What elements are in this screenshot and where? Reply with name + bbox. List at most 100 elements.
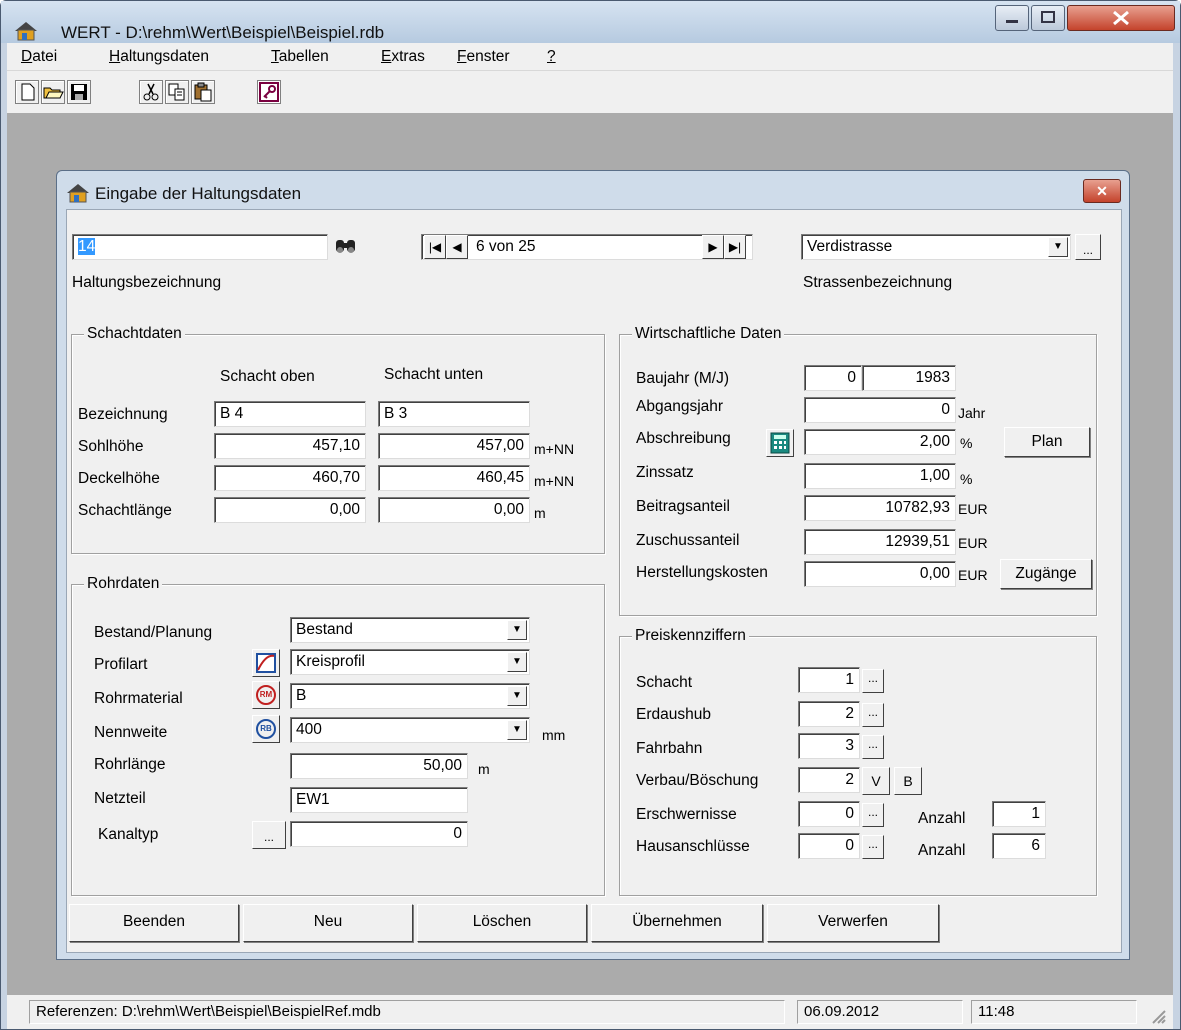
schacht-input[interactable]: 1 xyxy=(798,667,860,693)
kanaltyp-more-button[interactable]: ... xyxy=(252,821,286,849)
neu-button[interactable]: Neu xyxy=(243,904,413,942)
haus-more-button[interactable]: ... xyxy=(862,835,884,859)
chevron-down-icon[interactable]: ▼ xyxy=(507,720,527,740)
netzteil-input[interactable]: EW1 xyxy=(290,787,468,813)
strasse-more-button[interactable]: ... xyxy=(1075,234,1101,260)
maximize-button[interactable] xyxy=(1031,5,1065,31)
close-button[interactable] xyxy=(1067,5,1175,31)
sohlhoehe-oben-input[interactable]: 457,10 xyxy=(214,433,366,459)
erschw-more-button[interactable]: ... xyxy=(862,803,884,827)
bezeichnung-unten-input[interactable]: B 3 xyxy=(378,401,530,427)
sohlhoehe-unten-input[interactable]: 457,00 xyxy=(378,433,530,459)
open-folder-icon[interactable] xyxy=(41,80,65,104)
rohrmaterial-icon[interactable]: RM xyxy=(252,681,280,709)
next-record-button[interactable]: ▶ xyxy=(702,235,724,259)
nennweite-icon[interactable]: RB xyxy=(252,715,280,743)
nennweite-select[interactable]: 400 ▼ xyxy=(290,717,530,743)
chevron-down-icon[interactable]: ▼ xyxy=(507,620,527,640)
zuschuss-input[interactable]: 12939,51 xyxy=(804,529,956,555)
strasse-label: Strassenbezeichnung xyxy=(803,274,953,291)
profil-select[interactable]: Kreisprofil ▼ xyxy=(290,649,530,675)
strasse-select[interactable]: Verdistrasse ▼ xyxy=(801,234,1071,260)
bezeichnung-unten-value: B 3 xyxy=(384,405,408,422)
title-bar[interactable]: WERT - D:\rehm\Wert\Beispiel\Beispiel.rd… xyxy=(1,1,1180,43)
beenden-button[interactable]: Beenden xyxy=(69,904,239,942)
menu-help[interactable]: ? xyxy=(547,47,556,67)
bestand-select[interactable]: Bestand ▼ xyxy=(290,617,530,643)
erdaushub-label: Erdaushub xyxy=(636,706,711,723)
menu-haltungsdaten[interactable]: Haltungsdaten xyxy=(109,47,209,67)
deckelhoehe-oben-input[interactable]: 460,70 xyxy=(214,465,366,491)
bezeichnung-oben-input[interactable]: B 4 xyxy=(214,401,366,427)
chevron-down-icon[interactable]: ▼ xyxy=(507,652,527,672)
cut-icon[interactable] xyxy=(139,80,163,104)
bezeichnung-oben-value: B 4 xyxy=(220,405,244,422)
schachtlaenge-oben-input[interactable]: 0,00 xyxy=(214,497,366,523)
verbau-b-button[interactable]: B xyxy=(894,767,922,795)
haus-anzahl-input[interactable]: 6 xyxy=(992,833,1046,859)
beitrag-input[interactable]: 10782,93 xyxy=(804,495,956,521)
chevron-down-icon[interactable]: ▼ xyxy=(507,686,527,706)
erschw-anzahl-input[interactable]: 1 xyxy=(992,801,1046,827)
zins-input[interactable]: 1,00 xyxy=(804,463,956,489)
profile-icon[interactable] xyxy=(252,649,280,677)
abgang-label: Abgangsjahr xyxy=(636,398,724,415)
wirtschaft-group: Wirtschaftliche Daten Baujahr (M/J) 0 19… xyxy=(619,324,1097,616)
erdaushub-input[interactable]: 2 xyxy=(798,701,860,727)
verbau-v-button[interactable]: V xyxy=(862,767,890,795)
calculator-icon[interactable] xyxy=(766,429,794,457)
erschw-input[interactable]: 0 xyxy=(798,801,860,827)
baujahr-monat-value: 0 xyxy=(847,369,856,386)
toolbar xyxy=(7,71,1173,113)
kanaltyp-input[interactable]: 0 xyxy=(290,821,468,847)
haltung-input[interactable]: 14 xyxy=(72,234,328,260)
nennweite-unit: mm xyxy=(542,727,566,743)
chevron-down-icon[interactable]: ▼ xyxy=(1048,237,1068,257)
schachtlaenge-unten-input[interactable]: 0,00 xyxy=(378,497,530,523)
erdaushub-more-button[interactable]: ... xyxy=(862,703,884,727)
rm-badge: RM xyxy=(256,685,276,705)
verbau-label: Verbau/Böschung xyxy=(636,772,759,789)
herstell-input[interactable]: 0,00 xyxy=(804,561,956,587)
new-file-icon[interactable] xyxy=(15,80,39,104)
rohrlaenge-input[interactable]: 50,00 xyxy=(290,753,468,779)
dialog-title: Eingabe der Haltungsdaten xyxy=(95,184,302,203)
key-icon[interactable] xyxy=(257,80,281,104)
schacht-more-button[interactable]: ... xyxy=(862,669,884,693)
haus-input[interactable]: 0 xyxy=(798,833,860,859)
status-time: 11:48 xyxy=(971,1000,1137,1024)
zins-unit: % xyxy=(960,471,973,487)
menu-fenster[interactable]: Fenster xyxy=(457,47,510,67)
verbau-input[interactable]: 2 xyxy=(798,767,860,793)
baujahr-monat-input[interactable]: 0 xyxy=(804,365,862,391)
dialog-close-button[interactable]: ✕ xyxy=(1083,179,1121,203)
minimize-button[interactable] xyxy=(995,5,1029,31)
schacht-value: 1 xyxy=(845,671,854,688)
menu-extras[interactable]: Extras xyxy=(381,47,425,67)
loeschen-button[interactable]: Löschen xyxy=(417,904,587,942)
abschreibung-input[interactable]: 2,00 xyxy=(804,429,956,455)
menu-tabellen[interactable]: Tabellen xyxy=(271,47,329,67)
uebernehmen-button[interactable]: Übernehmen xyxy=(591,904,763,942)
verwerfen-button[interactable]: Verwerfen xyxy=(767,904,939,942)
zugaenge-button[interactable]: Zugänge xyxy=(1000,559,1092,589)
search-icon[interactable] xyxy=(333,234,359,258)
deckelhoehe-unten-input[interactable]: 460,45 xyxy=(378,465,530,491)
first-record-button[interactable]: |◀ xyxy=(424,235,446,259)
menu-datei[interactable]: Datei xyxy=(21,47,57,67)
haus-value: 0 xyxy=(845,837,854,854)
baujahr-jahr-input[interactable]: 1983 xyxy=(862,365,956,391)
save-icon[interactable] xyxy=(67,80,91,104)
copy-icon[interactable] xyxy=(165,80,189,104)
resize-grip-icon[interactable] xyxy=(1147,1005,1167,1025)
abgang-input[interactable]: 0 xyxy=(804,397,956,423)
paste-icon[interactable] xyxy=(191,80,215,104)
prev-record-button[interactable]: ◀ xyxy=(446,235,468,259)
fahrbahn-input[interactable]: 3 xyxy=(798,733,860,759)
deckelhoehe-unten-value: 460,45 xyxy=(476,469,524,486)
herstell-label: Herstellungskosten xyxy=(636,564,768,581)
material-select[interactable]: B ▼ xyxy=(290,683,530,709)
plan-button[interactable]: Plan xyxy=(1004,427,1090,457)
last-record-button[interactable]: ▶| xyxy=(724,235,746,259)
fahrbahn-more-button[interactable]: ... xyxy=(862,735,884,759)
